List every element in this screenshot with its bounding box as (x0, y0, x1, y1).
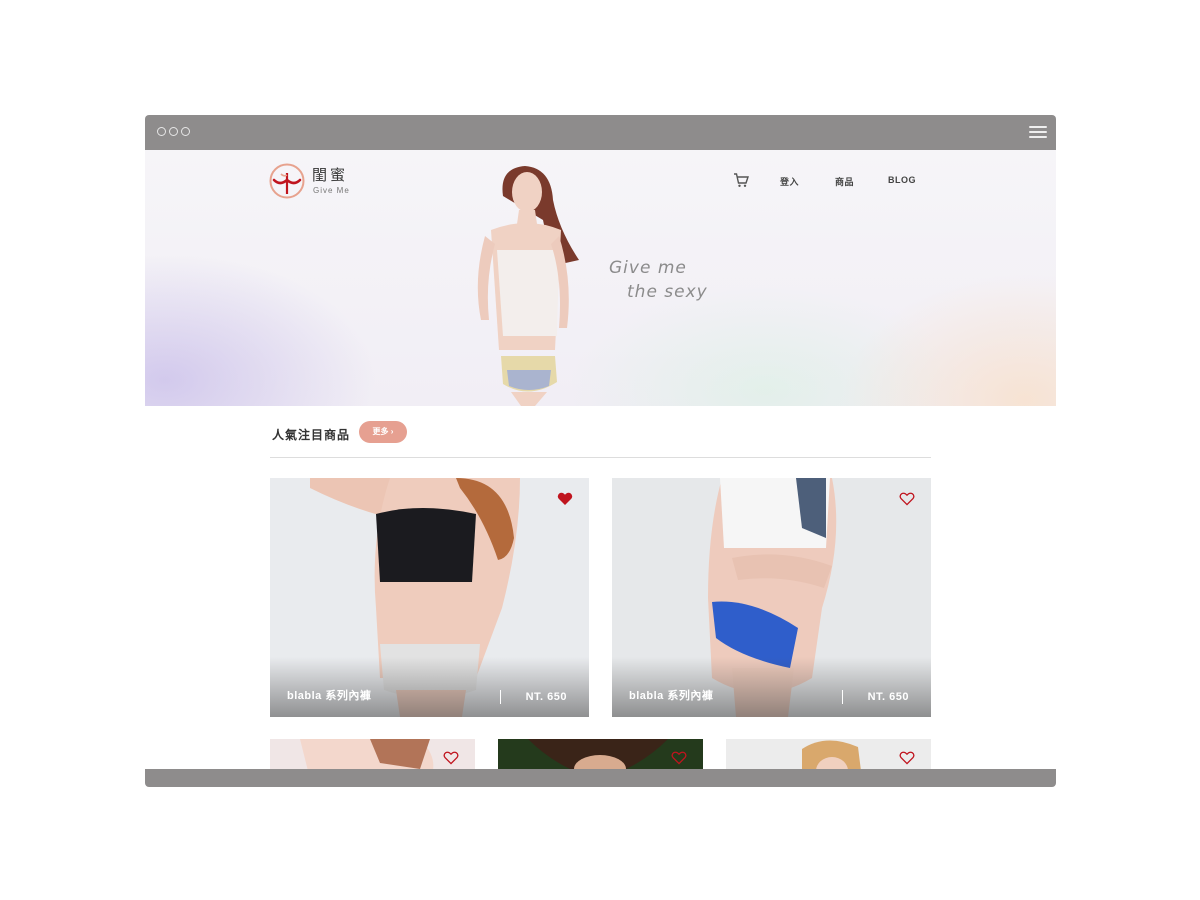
hero-tagline: Give me the sexy (609, 256, 708, 304)
product-price: NT. 650 (525, 691, 567, 703)
nav-login-link[interactable]: 登入 (780, 175, 799, 188)
more-button[interactable]: 更多 › (359, 421, 407, 443)
product-card[interactable]: blabla 系列內褲 NT. 650 (270, 478, 589, 717)
caption-separator (500, 690, 501, 704)
browser-bottom-bar (145, 769, 1056, 787)
section-divider (270, 457, 931, 458)
favorite-heart-icon[interactable] (899, 492, 915, 506)
logo-mark-icon[interactable] (269, 163, 305, 199)
page-viewport: 閨蜜 Give Me 登入 商品 BLOG Give me the sexy 人… (145, 150, 1056, 769)
favorite-heart-icon[interactable] (899, 751, 915, 765)
hero-tagline-line-2: the sexy (627, 282, 708, 302)
nav-blog-link[interactable]: BLOG (888, 175, 916, 185)
brand-name-cn[interactable]: 閨蜜 (312, 164, 348, 185)
favorite-heart-icon[interactable] (443, 751, 459, 765)
product-card[interactable] (270, 739, 475, 769)
shopping-cart-icon[interactable] (733, 172, 749, 188)
hamburger-menu-icon[interactable] (1029, 126, 1047, 138)
product-card[interactable] (498, 739, 703, 769)
product-card[interactable] (726, 739, 931, 769)
section-title: 人氣注目商品 (272, 428, 351, 442)
hero-model-image (477, 166, 579, 406)
hero-tagline-line-1: Give me (609, 258, 687, 278)
window-control-dot-3[interactable] (181, 127, 190, 136)
product-price: NT. 650 (867, 691, 909, 703)
favorite-heart-icon[interactable] (671, 751, 687, 765)
product-card[interactable]: blabla 系列內褲 NT. 650 (612, 478, 931, 717)
browser-window: 閨蜜 Give Me 登入 商品 BLOG Give me the sexy 人… (145, 115, 1056, 787)
hero-banner: 閨蜜 Give Me 登入 商品 BLOG Give me the sexy (145, 150, 1056, 406)
window-control-dot-2[interactable] (169, 127, 178, 136)
product-name[interactable]: blabla 系列內褲 (629, 687, 713, 703)
brand-name-en[interactable]: Give Me (313, 186, 350, 195)
window-control-dot-1[interactable] (157, 127, 166, 136)
nav-products-link[interactable]: 商品 (835, 175, 854, 188)
favorite-heart-icon[interactable] (557, 492, 573, 506)
product-name[interactable]: blabla 系列內褲 (287, 687, 371, 703)
caption-separator (842, 690, 843, 704)
browser-titlebar (145, 115, 1056, 150)
